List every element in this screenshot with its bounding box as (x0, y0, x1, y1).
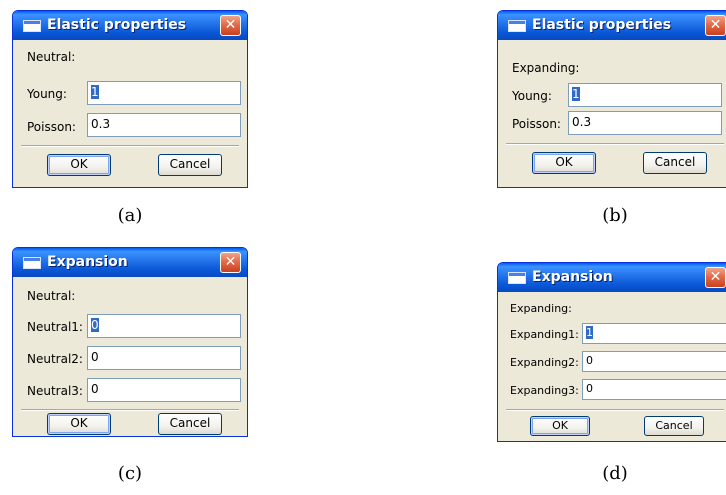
expansion-dialog-expanding: Expansion ✕ Expanding: Expanding1: 1 Exp… (497, 262, 726, 442)
dialog-title: Elastic properties (47, 17, 187, 33)
section-label: Neutral: (27, 289, 76, 303)
caption-d: (d) (602, 463, 628, 484)
expanding2-input[interactable]: 0 (582, 351, 726, 372)
cancel-button[interactable]: Cancel (158, 154, 222, 176)
neutral3-label: Neutral3: (27, 384, 83, 398)
neutral2-input[interactable]: 0 (87, 346, 241, 370)
cancel-button[interactable]: Cancel (643, 152, 707, 174)
poisson-label: Poisson: (512, 117, 561, 131)
neutral1-label: Neutral1: (27, 320, 83, 334)
separator (506, 143, 724, 145)
young-label: Young: (27, 87, 67, 101)
neutral3-input[interactable]: 0 (87, 378, 241, 402)
expanding3-label: Expanding3: (510, 384, 579, 397)
dialog-title: Elastic properties (532, 17, 672, 33)
young-label: Young: (512, 89, 552, 103)
separator (506, 409, 724, 411)
elastic-properties-dialog-neutral: Elastic properties ✕ Neutral: Young: 1 P… (12, 10, 248, 188)
dialog-title: Expansion (532, 269, 613, 285)
separator (21, 409, 239, 411)
poisson-label: Poisson: (27, 120, 76, 134)
separator (21, 145, 239, 147)
neutral2-label: Neutral2: (27, 352, 83, 366)
close-icon[interactable]: ✕ (705, 15, 726, 36)
elastic-properties-dialog-expanding: Elastic properties ✕ Expanding: Young: 1… (497, 10, 726, 188)
expanding2-label: Expanding2: (510, 356, 579, 369)
caption-a: (a) (117, 205, 143, 226)
expansion-dialog-neutral: Expansion ✕ Neutral: Neutral1: 0 Neutral… (12, 247, 248, 437)
caption-c: (c) (117, 463, 143, 484)
poisson-input[interactable]: 0.3 (87, 113, 241, 137)
expanding1-input[interactable]: 1 (582, 323, 726, 344)
neutral1-input[interactable]: 0 (87, 314, 241, 338)
close-icon[interactable]: ✕ (220, 15, 241, 36)
title-bar[interactable]: Elastic properties ✕ (13, 11, 247, 40)
expanding1-label: Expanding1: (510, 328, 579, 341)
young-input[interactable]: 1 (87, 81, 241, 105)
expanding3-input[interactable]: 0 (582, 379, 726, 400)
section-label: Expanding: (512, 61, 580, 75)
section-label: Expanding: (510, 302, 572, 315)
dialog-title: Expansion (47, 254, 128, 270)
cancel-button[interactable]: Cancel (644, 416, 704, 436)
title-bar[interactable]: Elastic properties ✕ (498, 11, 726, 40)
title-bar[interactable]: Expansion ✕ (498, 263, 726, 292)
ok-button[interactable]: OK (47, 413, 111, 435)
window-icon (23, 257, 41, 269)
window-icon (508, 20, 526, 32)
window-icon (508, 272, 526, 284)
poisson-input[interactable]: 0.3 (568, 111, 722, 135)
close-icon[interactable]: ✕ (220, 252, 241, 273)
caption-b: (b) (602, 205, 628, 226)
young-input[interactable]: 1 (568, 83, 722, 107)
cancel-button[interactable]: Cancel (158, 413, 222, 435)
window-icon (23, 20, 41, 32)
ok-button[interactable]: OK (530, 416, 590, 436)
close-icon[interactable]: ✕ (705, 267, 726, 288)
section-label: Neutral: (27, 50, 76, 64)
ok-button[interactable]: OK (532, 152, 596, 174)
ok-button[interactable]: OK (47, 154, 111, 176)
title-bar[interactable]: Expansion ✕ (13, 248, 247, 277)
